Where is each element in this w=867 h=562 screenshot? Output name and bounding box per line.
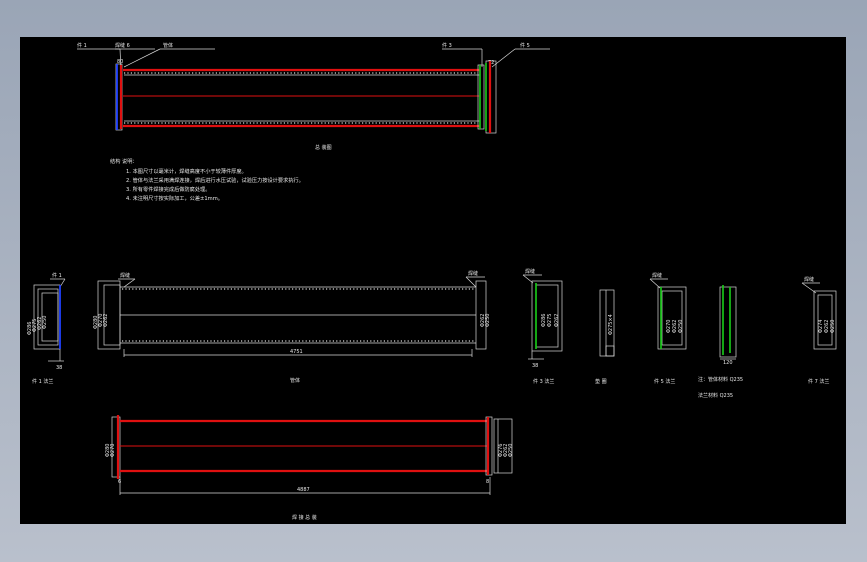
part7-flange-view: 焊缝 Φ274 Φ262 Φ250 件 7 法兰	[801, 276, 837, 385]
leader-line	[465, 276, 477, 288]
tube-callout-left: 焊缝	[120, 272, 130, 279]
part3-bottom-dim: 38	[532, 363, 538, 369]
callout-top-left-b: 焊缝 6	[115, 42, 130, 49]
part7-caption: 件 7 法兰	[808, 378, 829, 385]
notes-title: 结构 说明：	[110, 157, 138, 165]
part5-dim-3: Φ250	[678, 320, 684, 333]
cad-drawing: 件 1 焊缝 6 管体 80 件 3 件 5 72 总 装图 结构 说明： 1.…	[27, 42, 837, 521]
bottom-left-mark: 6	[118, 479, 121, 485]
part4-caption: 垫 圈	[595, 378, 607, 385]
bottom-weld-assembly: Φ280 Φ270 Φ276 Φ262 Φ250 6 8 4887 焊 接 总 …	[105, 415, 514, 521]
part4-gasket-view: Φ275×4 垫 圈	[595, 289, 615, 385]
part3-caption: 件 3 法兰	[533, 378, 554, 385]
tube-right-dim-2: Φ250	[485, 314, 491, 327]
tube-length: 4751	[290, 349, 303, 355]
note-line-1: 1. 本图尺寸以毫米计，焊缝高度不小于较薄件厚度。	[126, 167, 247, 175]
callout-top-right-b: 件 5	[520, 42, 530, 49]
part3-dim-2: Φ275	[547, 314, 553, 327]
leader-line	[123, 278, 136, 288]
part7-callout: 焊缝	[804, 276, 814, 283]
part7-dim-3: Φ250	[830, 320, 836, 333]
leader-line	[123, 48, 161, 68]
part6-view: 120 注：管体材料 Q235 法兰材料 Q235	[698, 285, 743, 399]
part5-inner	[661, 290, 683, 346]
top-assembly-view: 件 1 焊缝 6 管体 80 件 3 件 5 72 总 装图	[77, 42, 550, 151]
part4-dim: Φ275×4	[608, 314, 614, 335]
bottom-right-dim-3: Φ250	[508, 444, 514, 457]
part3-dim-3: Φ262	[554, 314, 560, 327]
bottom-length: 4887	[297, 487, 310, 493]
part3-callout: 焊缝	[525, 268, 535, 275]
tube-dim-3: Φ262	[103, 314, 109, 327]
leader-line	[522, 274, 534, 284]
legend-line-1: 注：管体材料 Q235	[698, 376, 743, 383]
callout-top-left-c: 管体	[163, 42, 173, 49]
part1-dim-4: Φ250	[42, 316, 48, 329]
bottom-caption: 焊 接 总 装	[292, 514, 317, 521]
callout-top-right-a: 件 3	[442, 42, 452, 49]
part1-flange-view: 件 1 Φ286 Φ275 Φ262 Φ250 38 件 1 法兰	[27, 272, 66, 385]
callout-top-left-a: 件 1	[77, 42, 87, 49]
leader-line	[491, 48, 516, 68]
notes-block: 结构 说明： 1. 本图尺寸以毫米计，焊缝高度不小于较薄件厚度。 2. 管体与法…	[110, 157, 304, 202]
part3-flange-view: 焊缝 Φ286 Φ275 Φ262 38 件 3 法兰	[522, 268, 563, 385]
note-line-2: 2. 管体与法兰采用满焊连接，焊后进行水压试验，试验压力按设计要求执行。	[126, 176, 304, 184]
note-line-3: 3. 所有零件焊接完成后做防腐处理。	[126, 185, 210, 193]
top-view-caption: 总 装图	[315, 144, 332, 151]
part5-flange-view: 焊缝 Φ270 Φ262 Φ250 件 5 法兰	[649, 272, 687, 385]
right-flange-a	[477, 64, 485, 130]
legend-line-2: 法兰材料 Q235	[698, 392, 733, 399]
drawing-canvas[interactable]: 件 1 焊缝 6 管体 80 件 3 件 5 72 总 装图 结构 说明： 1.…	[20, 37, 846, 524]
note-line-4: 4. 未注明尺寸按实际加工，公差±1mm。	[126, 194, 223, 202]
part5-caption: 件 5 法兰	[654, 378, 675, 385]
leader-line	[649, 278, 661, 289]
bottom-right-mark: 8	[486, 479, 489, 485]
tube-caption: 管体	[290, 377, 300, 384]
part6-bottom-dim: 120	[723, 360, 733, 366]
part1-bottom-dim: 38	[56, 365, 62, 371]
part1-caption: 件 1 法兰	[32, 378, 53, 385]
part1-callout: 件 1	[52, 272, 62, 279]
tube-view: 焊缝 焊缝 Φ280 Φ270 Φ262 Φ262 Φ250 4751 管体	[93, 270, 491, 384]
part5-callout: 焊缝	[652, 272, 662, 279]
tube-callout-right: 焊缝	[468, 270, 478, 277]
bottom-dim-2: Φ270	[110, 444, 116, 457]
part4-tab	[605, 345, 615, 357]
